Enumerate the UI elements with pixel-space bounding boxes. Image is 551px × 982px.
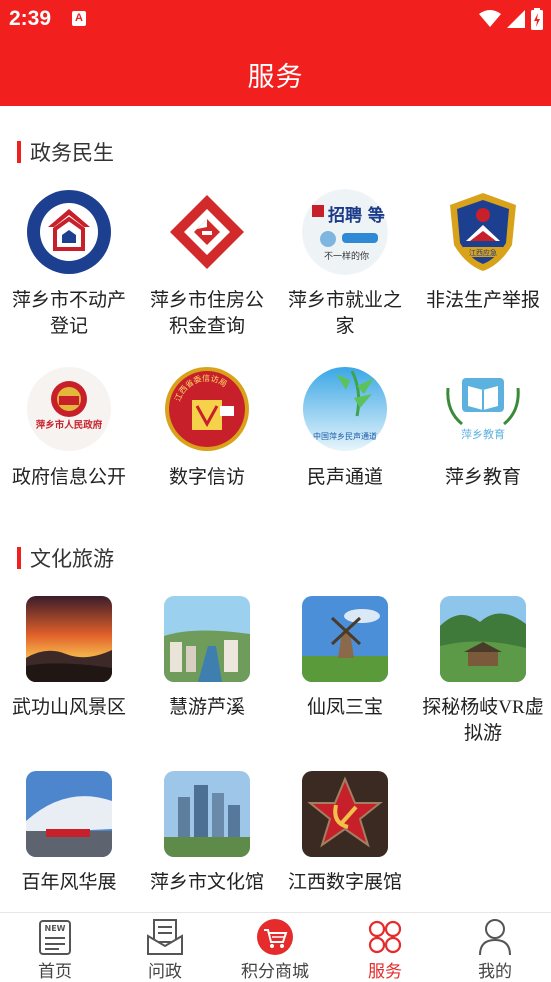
government-emblem-logo: 萍乡市人民政府 <box>26 366 112 452</box>
service-label: 仙凤三宝 <box>306 697 383 718</box>
exhibition-hall-photo <box>26 771 112 857</box>
service-illegal-report[interactable]: 江西应急 非法生产举报 <box>414 189 551 314</box>
tab-label: 问政 <box>148 962 182 981</box>
service-label: 慧游芦溪 <box>168 697 245 718</box>
hammer-sickle-photo <box>302 771 388 857</box>
tab-label: 我的 <box>478 962 512 981</box>
service-culture-center[interactable]: 萍乡市文化馆 <box>138 771 276 896</box>
service-xianfeng[interactable]: 仙凤三宝 <box>276 596 414 721</box>
service-wugong-mountain[interactable]: 武功山风景区 <box>0 596 138 721</box>
tab-inquiry[interactable]: 问政 <box>110 913 220 982</box>
service-centennial-exhibit[interactable]: 百年风华展 <box>0 771 138 896</box>
service-luxi[interactable]: 慧游芦溪 <box>138 596 276 721</box>
service-label: 萍乡市文化馆 <box>149 872 264 893</box>
tab-label: 服务 <box>368 962 402 981</box>
battery-icon <box>531 8 543 30</box>
service-housing-fund[interactable]: 萍乡市住房公积金查询 <box>138 189 276 340</box>
section-accent-bar <box>17 547 21 569</box>
service-label: 萍乡市住房公积金查询 <box>149 290 264 337</box>
tab-home[interactable]: NEW 首页 <box>0 913 110 982</box>
employment-logo-text: 招聘 等你来! <box>328 205 388 226</box>
service-petition[interactable]: 江西省委信访局 数字信访 <box>138 366 276 491</box>
service-yangqi-vr[interactable]: 探秘杨岐VR虚拟游 <box>414 596 551 747</box>
inquiry-icon <box>145 918 185 956</box>
service-label: 非法生产举报 <box>425 290 540 311</box>
yangqi-temple-photo <box>440 596 526 682</box>
tab-services[interactable]: 服务 <box>330 913 440 982</box>
city-buildings-photo <box>164 771 250 857</box>
education-logo: 萍乡教育 <box>440 366 526 452</box>
service-gov-info[interactable]: 萍乡市人民政府 政府信息公开 <box>0 366 138 491</box>
notification-icon: A <box>72 11 86 26</box>
shopping-cart-icon <box>255 918 295 956</box>
bottom-tab-bar: NEW 首页 问政 积分商城 服务 我的 <box>0 912 551 981</box>
service-label: 武功山风景区 <box>11 697 126 718</box>
housing-fund-logo <box>164 189 250 275</box>
tab-points-mall[interactable]: 积分商城 <box>220 913 330 982</box>
gov-logo-text: 萍乡市人民政府 <box>36 419 103 431</box>
windmill-photo <box>302 596 388 682</box>
tab-label: 积分商城 <box>241 962 309 981</box>
section-title: 政务民生 <box>30 141 114 165</box>
service-voice-channel[interactable]: 中国萍乡民声通道 民声通道 <box>276 366 414 491</box>
status-bar: 2:39 A <box>0 0 551 38</box>
tab-profile[interactable]: 我的 <box>440 913 550 982</box>
service-real-estate[interactable]: 萍乡市不动产登记 <box>0 189 138 340</box>
page-title: 服务 <box>247 62 304 92</box>
section-header-culture: 文化旅游 <box>17 543 114 573</box>
section-accent-bar <box>17 141 21 163</box>
service-label: 百年风华展 <box>21 872 117 893</box>
profile-icon <box>475 918 515 956</box>
service-label: 萍乡市不动产登记 <box>11 290 126 337</box>
service-jiangxi-digital-museum[interactable]: 江西数字展馆 <box>276 771 414 896</box>
app-header: 服务 <box>0 38 551 106</box>
luxi-town-photo <box>164 596 250 682</box>
wifi-icon <box>479 10 501 27</box>
service-label: 萍乡市就业之家 <box>287 290 402 337</box>
employment-logo-subtext: 不一样的你 <box>324 250 369 262</box>
employment-home-logo: 招聘 等你来! 不一样的你 <box>302 189 388 275</box>
section-title: 文化旅游 <box>30 547 114 571</box>
service-label: 政府信息公开 <box>11 467 126 488</box>
news-icon: NEW <box>35 918 75 956</box>
service-employment[interactable]: 招聘 等你来! 不一样的你 萍乡市就业之家 <box>276 189 414 340</box>
badge-logo-text: 江西应急 <box>469 248 497 257</box>
voice-channel-logo: 中国萍乡民声通道 <box>302 366 388 452</box>
police-badge-logo: 江西应急 <box>440 189 526 275</box>
service-label: 民声通道 <box>306 467 383 488</box>
signal-icon <box>507 10 525 28</box>
wugong-mountain-photo <box>26 596 112 682</box>
real-estate-registration-logo <box>26 189 112 275</box>
status-time: 2:39 <box>9 7 52 30</box>
service-label: 萍乡教育 <box>444 467 521 488</box>
service-label: 江西数字展馆 <box>287 872 402 893</box>
petition-logo: 江西省委信访局 <box>164 366 250 452</box>
service-education[interactable]: 萍乡教育 萍乡教育 <box>414 366 551 491</box>
service-label: 探秘杨岐VR虚拟游 <box>422 697 544 744</box>
service-label: 数字信访 <box>168 467 245 488</box>
voice-logo-text: 中国萍乡民声通道 <box>313 431 377 441</box>
services-icon <box>365 918 405 956</box>
education-logo-text: 萍乡教育 <box>461 427 505 441</box>
news-icon-badge: NEW <box>45 924 66 933</box>
system-icons <box>479 8 543 30</box>
section-header-gov: 政务民生 <box>17 137 114 167</box>
tab-label: 首页 <box>38 962 72 981</box>
